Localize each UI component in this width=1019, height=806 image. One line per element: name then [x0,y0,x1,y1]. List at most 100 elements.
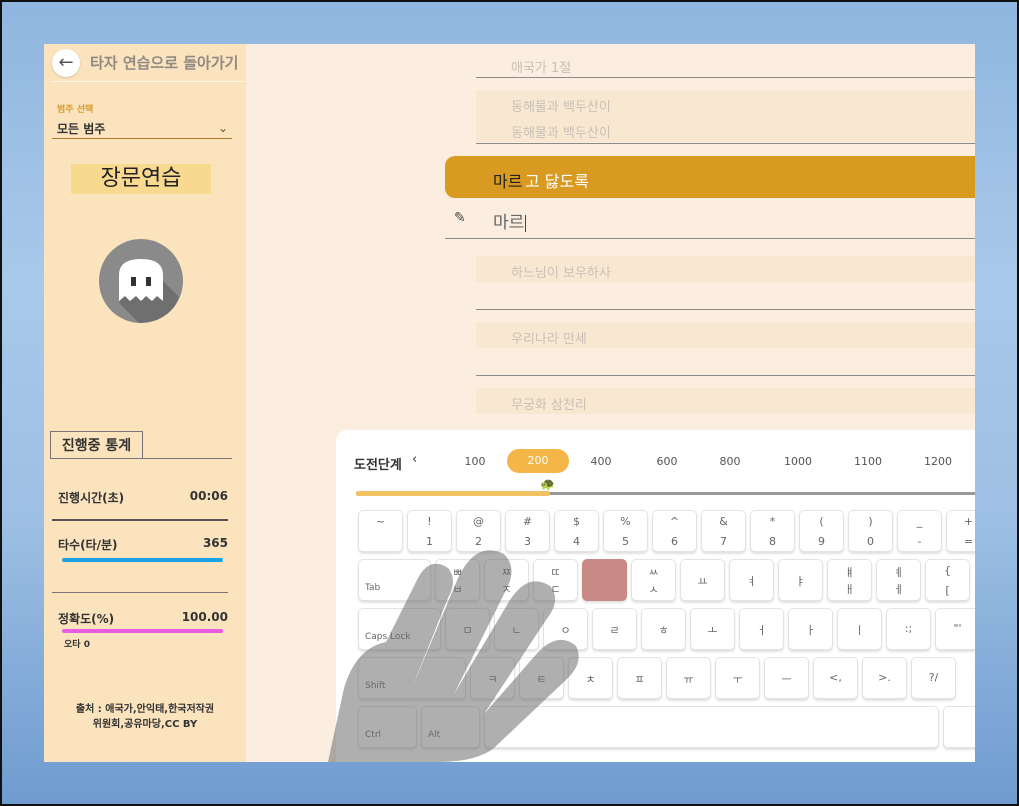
key-1[interactable]: ! 1 [407,510,452,552]
key-caps-lock[interactable]: Caps Lock [358,608,441,650]
key-bottom: 7 [720,535,727,548]
key-center: ㅑ [795,575,806,588]
key-bottom: [ [945,584,950,597]
back-arrow-icon[interactable]: ← [52,48,80,77]
key-center: ㄹ [609,624,620,637]
typo-count: 오타 0 [64,640,90,650]
key-s[interactable]: ㄴ [494,608,539,650]
key-top: _ [916,515,923,528]
key-e[interactable]: ㄸㄷ [533,559,578,601]
level-title: 도전단계 [354,458,402,473]
key-5[interactable]: % 5 [603,510,648,552]
level-200[interactable]: 200 [507,449,569,473]
key-alt[interactable]: Alt [421,706,480,748]
key-shift[interactable]: Shift [358,657,466,699]
key-r-highlighted[interactable] [582,559,627,601]
key-4[interactable]: $4 [554,510,599,552]
key-top: ㅒ [844,566,855,579]
key-top: * [769,515,776,528]
key-c[interactable]: ㅊ [568,657,613,699]
level-1100[interactable]: 1100 [854,455,882,468]
key-u[interactable]: ㅕ [729,559,774,601]
back-row[interactable]: ← 타자 연습으로 돌아가기 [52,44,246,82]
chevron-left-icon[interactable]: ‹ [412,452,417,467]
speed-bar [62,558,223,562]
key-x[interactable]: ㅌ [519,657,564,699]
key-period[interactable]: >. [862,657,907,699]
key-y[interactable]: ㅛ [680,559,725,601]
elapsed-label: 진행시간(초) [58,491,125,505]
level-100[interactable]: 100 [465,455,486,468]
key-label: Tab [365,583,381,593]
key-space[interactable] [484,706,939,748]
key-center: ㅋ [487,673,498,686]
key-0[interactable]: ) 0 [848,510,893,552]
typing-app: ← 타자 연습으로 돌아가기 범주 선택 모든 범주 ⌄ 장문연습 진행중 통계… [44,44,975,762]
level-progress-fill [356,491,550,496]
key-o[interactable]: ㅒㅐ [827,559,872,601]
key-center: ㅇ [560,624,571,637]
speed-value: 365 [202,536,228,550]
key-center: ㅏ [805,624,816,637]
key-3[interactable]: #3 [505,510,550,552]
key-quote[interactable]: "' [935,608,975,650]
key-l[interactable]: ㅣ [837,608,882,650]
key-f[interactable]: ㄹ [592,608,637,650]
current-rest: 고 닳도록 [525,172,589,191]
level-600[interactable]: 600 [657,455,678,468]
level-800[interactable]: 800 [720,455,741,468]
key-t[interactable]: ㅆㅅ [631,559,676,601]
key-top: ㄸ [550,566,561,579]
key-right-alt[interactable] [943,706,975,748]
level-1000[interactable]: 1000 [784,455,812,468]
level-400[interactable]: 400 [591,455,612,468]
key-q[interactable]: ㅃㅂ [435,559,480,601]
typing-input[interactable]: 마르 [493,208,527,233]
key-b[interactable]: ㅠ [666,657,711,699]
line-rule [445,238,975,239]
key-slash[interactable]: ?/ [911,657,956,699]
key-top: ㅉ [501,566,512,579]
key-d[interactable]: ㅇ [543,608,588,650]
key-bottom: 5 [622,535,629,548]
key-7[interactable]: & 7 [701,510,746,552]
key-tilde[interactable]: ~ [358,510,403,552]
key-semicolon[interactable]: :; [886,608,931,650]
key-equals[interactable]: + = [946,510,975,552]
level-1200[interactable]: 1200 [924,455,952,468]
key-p[interactable]: ㅖㅔ [876,559,921,601]
key-top: & [719,515,728,528]
key-g[interactable]: ㅎ [641,608,686,650]
key-m[interactable]: ㅡ [764,657,809,699]
key-bracket-left[interactable]: {[ [925,559,970,601]
key-2[interactable]: @2 [456,510,501,552]
key-i[interactable]: ㅑ [778,559,823,601]
mode-title: 장문연습 [71,164,211,194]
key-k[interactable]: ㅏ [788,608,833,650]
text-caret [525,214,527,232]
back-label[interactable]: 타자 연습으로 돌아가기 [90,52,238,73]
key-center: ㅣ [854,624,865,637]
key-center: ㅡ [781,673,792,686]
key-h[interactable]: ㅗ [690,608,735,650]
key-v[interactable]: ㅍ [617,657,662,699]
next-line: 우리나라 만세 [511,332,587,347]
key-8[interactable]: * 8 [750,510,795,552]
key-minus[interactable]: _ - [897,510,942,552]
key-w[interactable]: ㅉㅈ [484,559,529,601]
key-label: Caps Lock [365,632,411,642]
key-bottom: ㅐ [844,583,855,596]
category-select[interactable]: 모든 범주 ⌄ [52,118,232,139]
key-bottom: ㄷ [550,583,561,596]
key-ctrl[interactable]: Ctrl [358,706,417,748]
key-9[interactable]: (9 [799,510,844,552]
key-tab[interactable]: Tab [358,559,431,601]
key-n[interactable]: ㅜ [715,657,760,699]
key-j[interactable]: ㅓ [739,608,784,650]
key-z[interactable]: ㅋ [470,657,515,699]
speed-stat: 타수(타/분) 365 [58,536,228,553]
key-a[interactable]: ㅁ [445,608,490,650]
key-top: ㅃ [452,566,463,579]
key-comma[interactable]: <, [813,657,858,699]
key-6[interactable]: ^ 6 [652,510,697,552]
